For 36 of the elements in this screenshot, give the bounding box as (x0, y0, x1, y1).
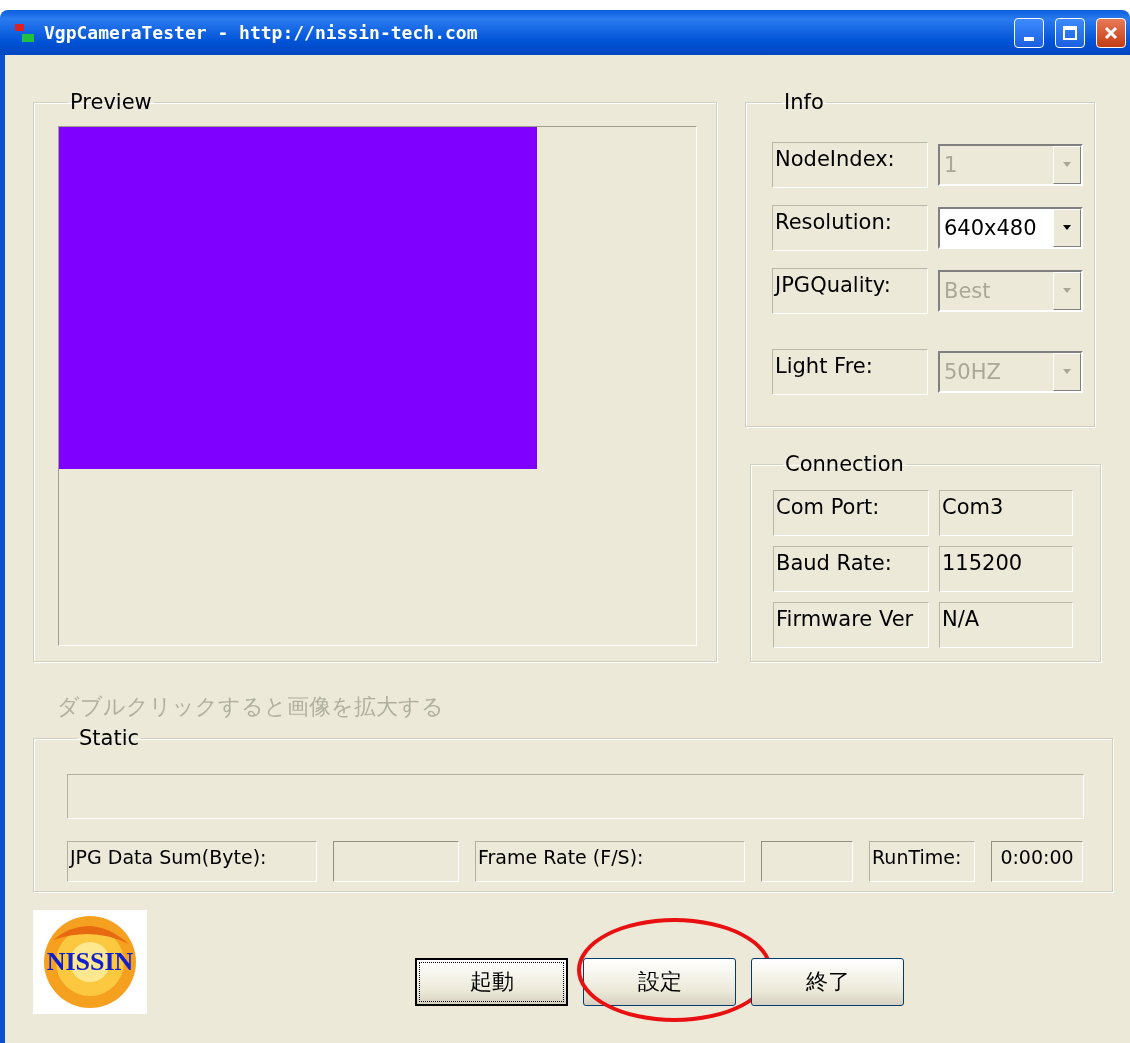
value-field: 0:00:00 (991, 841, 1083, 882)
group-label: Info (783, 90, 825, 114)
close-button[interactable] (1096, 17, 1126, 48)
minimize-icon (1024, 36, 1034, 41)
action-button[interactable]: 設定 (583, 958, 736, 1006)
value-field: Com3 (939, 490, 1073, 536)
field-label: Firmware Ver (773, 602, 929, 648)
minimize-button[interactable] (1014, 17, 1044, 48)
dropdown-arrow-icon (1061, 224, 1073, 232)
field-label: Light Fre: (772, 349, 928, 395)
field-label: JPG Data Sum(Byte): (67, 841, 317, 882)
field-label: NodeIndex: (772, 142, 928, 188)
dropdown-arrow-icon (1061, 287, 1073, 295)
group-label: Static (78, 726, 141, 750)
value-field: N/A (939, 602, 1073, 648)
group-label: Connection (784, 452, 905, 476)
action-button[interactable]: 終了 (751, 958, 904, 1006)
maximize-button[interactable] (1055, 17, 1085, 48)
field-label: Frame Rate (F/S): (475, 841, 745, 882)
field-label: Baud Rate: (773, 546, 929, 592)
dropdown[interactable]: 640x480 (938, 207, 1083, 249)
dropdown-arrow-icon (1061, 368, 1073, 376)
field-label: Resolution: (772, 205, 928, 251)
window-title: VgpCameraTester - http://nissin-tech.com (44, 22, 479, 43)
field-label: Com Port: (773, 490, 929, 536)
action-button[interactable]: 起動 (415, 958, 568, 1006)
value-field: 115200 (939, 546, 1073, 592)
close-icon (1103, 24, 1119, 41)
group-label: Preview (69, 90, 153, 114)
logo: NISSIN (33, 910, 147, 1014)
dropdown-arrow-icon (1061, 161, 1073, 169)
field-label: RunTime: (869, 841, 975, 882)
hint-text: ダブルクリックすると画像を拡大する (57, 693, 445, 721)
app-icon (14, 21, 36, 44)
maximize-icon (1062, 24, 1078, 41)
field-label: JPGQuality: (772, 268, 928, 314)
